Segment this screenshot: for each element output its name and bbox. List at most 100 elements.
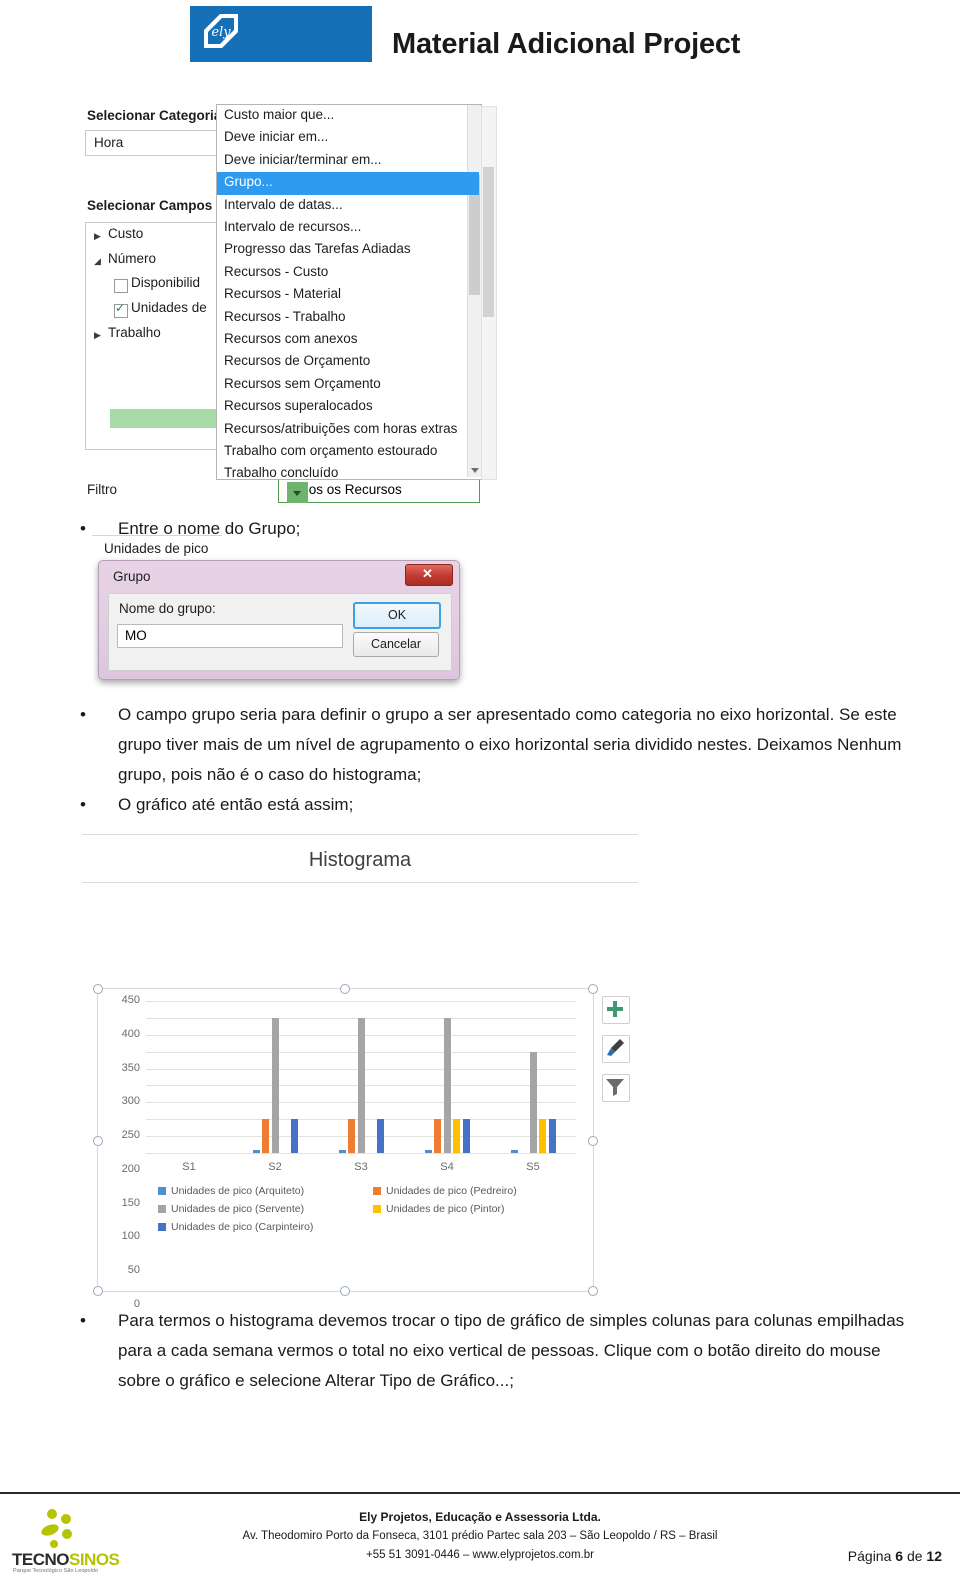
group-name-value: MO — [125, 628, 147, 643]
legend-item: Unidades de pico (Carpinteiro) — [158, 1221, 313, 1233]
dropdown-item-3[interactable]: Grupo... — [217, 172, 479, 195]
dropdown-item-4[interactable]: Intervalo de datas... — [217, 195, 479, 217]
tree-item-unidades-de-pico[interactable]: Unidades de — [131, 300, 207, 315]
filter-label: Filtro — [87, 482, 117, 497]
panel-scrollbar[interactable] — [481, 106, 497, 480]
document-header: ely Material Adicional Project — [0, 0, 960, 92]
fields-tree[interactable]: ▶ Custo ◢ Número Disponibilid Unidades d… — [85, 222, 228, 556]
dropdown-item-label: Custo maior que... — [224, 107, 335, 122]
dropdown-item-14[interactable]: Recursos/atribuições com horas extras — [217, 419, 479, 441]
resize-handle[interactable] — [93, 1136, 103, 1146]
chevron-right-icon[interactable]: ▶ — [94, 231, 101, 242]
dropdown-item-13[interactable]: Recursos superalocados — [217, 396, 479, 418]
bullet-text: Para termos o histograma devemos trocar … — [118, 1311, 905, 1390]
dropdown-item-11[interactable]: Recursos de Orçamento — [217, 351, 479, 373]
legend-swatch — [158, 1187, 166, 1196]
dropdown-item-label: Recursos com anexos — [224, 331, 358, 346]
bar[interactable] — [271, 1017, 279, 1153]
legend-label: Unidades de pico (Pintor) — [386, 1203, 505, 1216]
tree-selected-highlight — [110, 409, 228, 428]
grupo-dialog-screenshot: Grupo Nome do grupo: MO OK Cancelar — [88, 552, 478, 692]
checkbox-unidades-de-pico[interactable] — [114, 301, 128, 318]
y-axis-tick: 50 — [127, 1264, 140, 1277]
close-icon[interactable] — [405, 564, 453, 586]
page-prefix: Página — [847, 1548, 896, 1564]
group-name-input[interactable]: MO — [117, 624, 343, 648]
y-axis-tick: 250 — [121, 1129, 140, 1142]
bar[interactable] — [529, 1051, 537, 1153]
dropdown-item-0[interactable]: Custo maior que... — [217, 105, 479, 127]
bullet-text: O gráfico até então está assim; — [118, 795, 354, 814]
y-axis-tick: 150 — [121, 1196, 140, 1209]
category-value: Hora — [94, 135, 124, 150]
dropdown-item-16[interactable]: Trabalho concluído — [217, 463, 479, 485]
dropdown-item-label: Grupo... — [224, 174, 273, 190]
dropdown-item-9[interactable]: Recursos - Trabalho — [217, 307, 479, 329]
bar[interactable] — [290, 1119, 298, 1153]
chart-filters-button[interactable] — [602, 1074, 630, 1102]
panel-scrollbar-thumb[interactable] — [483, 167, 494, 317]
ok-button[interactable]: OK — [353, 602, 441, 629]
ely-logo: ely — [190, 6, 372, 62]
resize-handle[interactable] — [588, 1136, 598, 1146]
select-category-label: Selecionar Categoria — [87, 108, 222, 123]
resize-handle[interactable] — [93, 984, 103, 994]
tree-item-custo[interactable]: Custo — [108, 226, 143, 241]
bar[interactable] — [539, 1119, 546, 1153]
bar[interactable] — [262, 1119, 269, 1153]
resize-handle[interactable] — [93, 1286, 103, 1296]
field-picker-left-panel: Selecionar Categoria Hora Selecionar Cam… — [85, 104, 229, 556]
page-current: 6 — [895, 1548, 904, 1564]
dropdown-item-12[interactable]: Recursos sem Orçamento — [217, 374, 479, 396]
group-name-label: Nome do grupo: — [119, 601, 216, 616]
chart-object[interactable]: 0 50 100 150 200 250 300 350 400 450 S1 S2 S3 S4 S5 Un… — [97, 988, 594, 1310]
bar[interactable] — [376, 1119, 384, 1153]
y-axis-tick: 400 — [121, 1027, 140, 1040]
resize-handle[interactable] — [588, 984, 598, 994]
bar[interactable] — [424, 1149, 432, 1153]
bar[interactable] — [510, 1149, 518, 1153]
x-axis-tick: S5 — [526, 1161, 540, 1173]
dropdown-item-5[interactable]: Intervalo de recursos... — [217, 217, 479, 239]
add-chart-element-button[interactable] — [602, 996, 630, 1024]
tree-item-disponibilidade[interactable]: Disponibilid — [131, 275, 200, 290]
y-axis-tick: 450 — [121, 994, 140, 1006]
chevron-down-icon[interactable]: ◢ — [94, 256, 101, 267]
tree-item-trabalho[interactable]: Trabalho — [108, 325, 161, 340]
resize-handle[interactable] — [340, 1286, 350, 1296]
paintbrush-icon — [607, 1039, 624, 1056]
category-select[interactable]: Hora — [85, 130, 229, 156]
dropdown-item-7[interactable]: Recursos - Custo — [217, 262, 479, 284]
cancel-button[interactable]: Cancelar — [353, 632, 439, 657]
bar[interactable] — [348, 1119, 355, 1153]
page-number: Página 6 de 12 — [848, 1548, 942, 1564]
category-dropdown-list[interactable]: Custo maior que... Deve iniciar em... Deve… — [216, 104, 482, 480]
footer-company: Ely Projetos, Educação e Assessoria Ltda… — [359, 1510, 601, 1524]
chevron-right-icon-trabalho[interactable]: ▶ — [94, 330, 101, 341]
resize-handle[interactable] — [340, 984, 350, 994]
bar[interactable] — [338, 1149, 346, 1153]
legend-label: Unidades de pico (Carpinteiro) — [171, 1221, 314, 1234]
tree-item-numero[interactable]: Número — [108, 251, 156, 266]
bar[interactable] — [252, 1149, 260, 1153]
bar[interactable] — [443, 1017, 451, 1153]
bar[interactable] — [453, 1119, 460, 1153]
bar[interactable] — [548, 1119, 556, 1153]
resize-handle[interactable] — [588, 1286, 598, 1296]
legend-item: Unidades de pico (Servente) — [158, 1203, 304, 1215]
dropdown-item-10[interactable]: Recursos com anexos — [217, 329, 479, 351]
dropdown-item-6[interactable]: Progresso das Tarefas Adiadas — [217, 239, 479, 261]
bar[interactable] — [357, 1017, 365, 1153]
dropdown-item-1[interactable]: Deve iniciar em... — [217, 127, 479, 149]
select-fields-label: Selecionar Campos — [87, 198, 213, 213]
bar[interactable] — [462, 1119, 470, 1153]
y-axis-tick: 200 — [121, 1162, 140, 1175]
checkbox-disponibilidade[interactable] — [114, 279, 128, 293]
document-page: ely Material Adicional Project Seleciona… — [0, 0, 960, 1587]
dropdown-item-2[interactable]: Deve iniciar/terminar em... — [217, 150, 479, 172]
chart-styles-button[interactable] — [602, 1035, 630, 1063]
bar[interactable] — [434, 1119, 441, 1153]
legend-item: Unidades de pico (Pedreiro) — [373, 1185, 517, 1197]
dropdown-item-8[interactable]: Recursos - Material — [217, 284, 479, 306]
dropdown-item-15[interactable]: Trabalho com orçamento estourado — [217, 441, 479, 463]
